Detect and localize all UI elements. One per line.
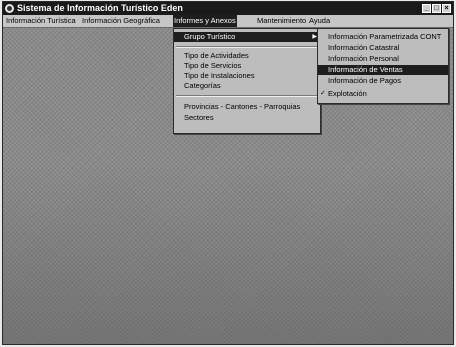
minimize-button[interactable]: _	[422, 4, 431, 13]
menu-provincias-cantones-parroquias[interactable]: Provincias - Cantones - Parroquias	[174, 102, 320, 112]
menu-informes[interactable]: Informes y Anexos	[173, 15, 237, 27]
submenu-informacion-pagos[interactable]: Información de Pagos	[318, 76, 448, 86]
menu-bar: Información Turística Información Geográ…	[3, 15, 453, 28]
submenu-informacion-personal[interactable]: Información Personal	[318, 54, 448, 64]
dropdown-menu: Grupo Turístico ▶ Tipo de Actividades Ti…	[173, 28, 321, 134]
submenu-explotacion[interactable]: ✓ Explotación	[318, 89, 448, 99]
close-button[interactable]: ×	[442, 4, 451, 13]
check-icon: ✓	[320, 90, 326, 97]
menu-tipo-instalaciones[interactable]: Tipo de Instalaciones	[174, 71, 320, 81]
menu-tipo-actividades[interactable]: Tipo de Actividades	[174, 51, 320, 61]
submenu-grupo-turistico: Información Parametrizada CONT Informaci…	[317, 28, 449, 104]
menu-mantenimiento[interactable]: Mantenimiento	[256, 15, 307, 27]
menu-informacion-geografica[interactable]: Información Geográfica	[81, 15, 161, 27]
submenu-informacion-parametrizada[interactable]: Información Parametrizada CONT	[318, 32, 448, 42]
menu-sectores[interactable]: Sectores	[174, 113, 320, 123]
menu-tipo-servicios[interactable]: Tipo de Servicios	[174, 61, 320, 71]
submenu-informacion-ventas[interactable]: Información de Ventas	[318, 65, 448, 75]
window-title: Sistema de Información Turístico Eden	[17, 3, 183, 13]
menu-informacion-turistica[interactable]: Información Turística	[5, 15, 77, 27]
maximize-button[interactable]: □	[432, 4, 441, 13]
menu-ayuda[interactable]: Ayuda	[308, 15, 331, 27]
title-bar: Sistema de Información Turístico Eden _ □…	[3, 2, 453, 15]
menu-categorias[interactable]: Categorías	[174, 81, 320, 91]
grupo-turistico-label: Grupo Turístico	[184, 32, 236, 41]
submenu-informacion-catastral[interactable]: Información Catastral	[318, 43, 448, 53]
app-window: Sistema de Información Turístico Eden _ □…	[2, 1, 454, 345]
menu-separator	[176, 46, 318, 48]
menu-separator	[176, 95, 318, 97]
window-controls: _ □ ×	[421, 4, 451, 13]
explotacion-label: Explotación	[328, 89, 367, 98]
app-icon[interactable]	[5, 4, 14, 13]
menu-grupo-turistico[interactable]: Grupo Turístico ▶	[174, 32, 320, 42]
